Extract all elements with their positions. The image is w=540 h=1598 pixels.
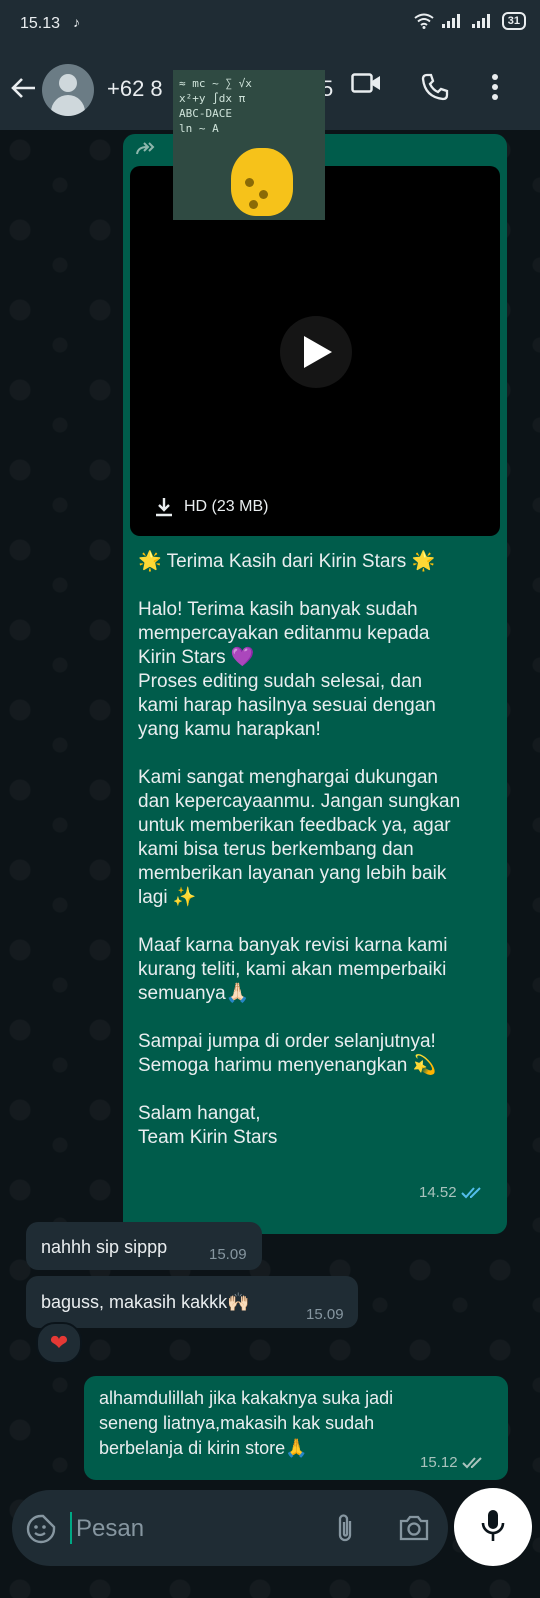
sticker-thumbnail: ≈ mc ~ ∑ √x x²+y ∫dx π ABC-DACE ln ~ A: [173, 70, 325, 220]
message-time: 15.09: [306, 1306, 344, 1323]
message-input[interactable]: [74, 1510, 328, 1548]
microphone-icon: [481, 1510, 505, 1541]
system-icons: 31: [414, 12, 526, 30]
message-text: 🌟 Terima Kasih dari Kirin Stars 🌟 Halo! …: [138, 551, 461, 1148]
signal-icon-1: [441, 14, 460, 28]
contact-name[interactable]: +62 8 5: [107, 76, 333, 102]
message-reaction[interactable]: ❤: [36, 1322, 82, 1364]
status-bar: 15.13 ♪ 31: [0, 0, 540, 50]
attachment-icon[interactable]: [334, 1512, 356, 1544]
scribble-line: ≈ mc ~ ∑ √x: [179, 77, 252, 90]
back-arrow-icon[interactable]: [10, 76, 36, 104]
video-call-icon[interactable]: [351, 72, 381, 94]
scribble-line: x²+y ∫dx π: [179, 92, 246, 105]
camera-icon[interactable]: [398, 1514, 430, 1542]
contact-avatar[interactable]: [42, 64, 94, 116]
yellow-character-image: [231, 148, 293, 216]
scribble-line: ABC-DACE: [179, 107, 232, 120]
phone-call-icon[interactable]: [420, 72, 450, 102]
signal-icon-2: [471, 14, 490, 28]
message-meta: 14.52: [419, 1184, 485, 1201]
message-bubble-outgoing[interactable]: HD (23 MB) 🌟 Terima Kasih dari Kirin Sta…: [123, 134, 507, 1234]
video-size-label: HD (23 MB): [184, 498, 269, 515]
message-bubble-incoming[interactable]: nahhh sip sippp 15.09: [26, 1222, 262, 1270]
status-time: 15.13: [20, 15, 61, 32]
tiktok-notification-icon: ♪: [73, 14, 80, 30]
message-meta: 15.12: [420, 1454, 486, 1471]
message-text: baguss, makasih kakkk🙌🏻: [41, 1292, 250, 1312]
thumbnail-scribbles: ≈ mc ~ ∑ √x x²+y ∫dx π ABC-DACE ln ~ A: [179, 76, 319, 136]
contact-name-text: +62 8: [107, 76, 163, 101]
heart-reaction-icon: ❤: [49, 1330, 69, 1355]
message-bubble-outgoing[interactable]: alhamdulillah jika kakaknya suka jadi se…: [84, 1376, 508, 1480]
message-time: 14.52: [419, 1184, 457, 1201]
more-options-icon[interactable]: [490, 72, 500, 102]
play-icon: [304, 336, 332, 368]
download-icon: [156, 498, 172, 517]
message-text: nahhh sip sippp: [41, 1237, 168, 1257]
text-cursor: [70, 1512, 72, 1544]
message-bubble-incoming[interactable]: baguss, makasih kakkk🙌🏻 15.09: [26, 1276, 358, 1328]
message-composer: [12, 1490, 448, 1566]
download-video[interactable]: HD (23 MB): [154, 497, 268, 517]
video-preview[interactable]: HD (23 MB): [130, 166, 500, 536]
message-time: 15.09: [209, 1246, 247, 1263]
read-ticks-icon: [460, 1186, 481, 1198]
message-time: 15.12: [420, 1454, 458, 1471]
play-button[interactable]: [280, 316, 352, 388]
delivered-ticks-icon: [461, 1456, 482, 1468]
scribble-line: ln ~ A: [179, 122, 219, 135]
voice-message-button[interactable]: [454, 1488, 532, 1566]
battery-indicator: 31: [501, 12, 526, 30]
message-text: alhamdulillah jika kakaknya suka jadi se…: [99, 1388, 394, 1458]
sticker-emoji-icon[interactable]: [26, 1514, 56, 1544]
wifi-icon: [414, 13, 434, 29]
forwarded-icon: [135, 140, 157, 161]
